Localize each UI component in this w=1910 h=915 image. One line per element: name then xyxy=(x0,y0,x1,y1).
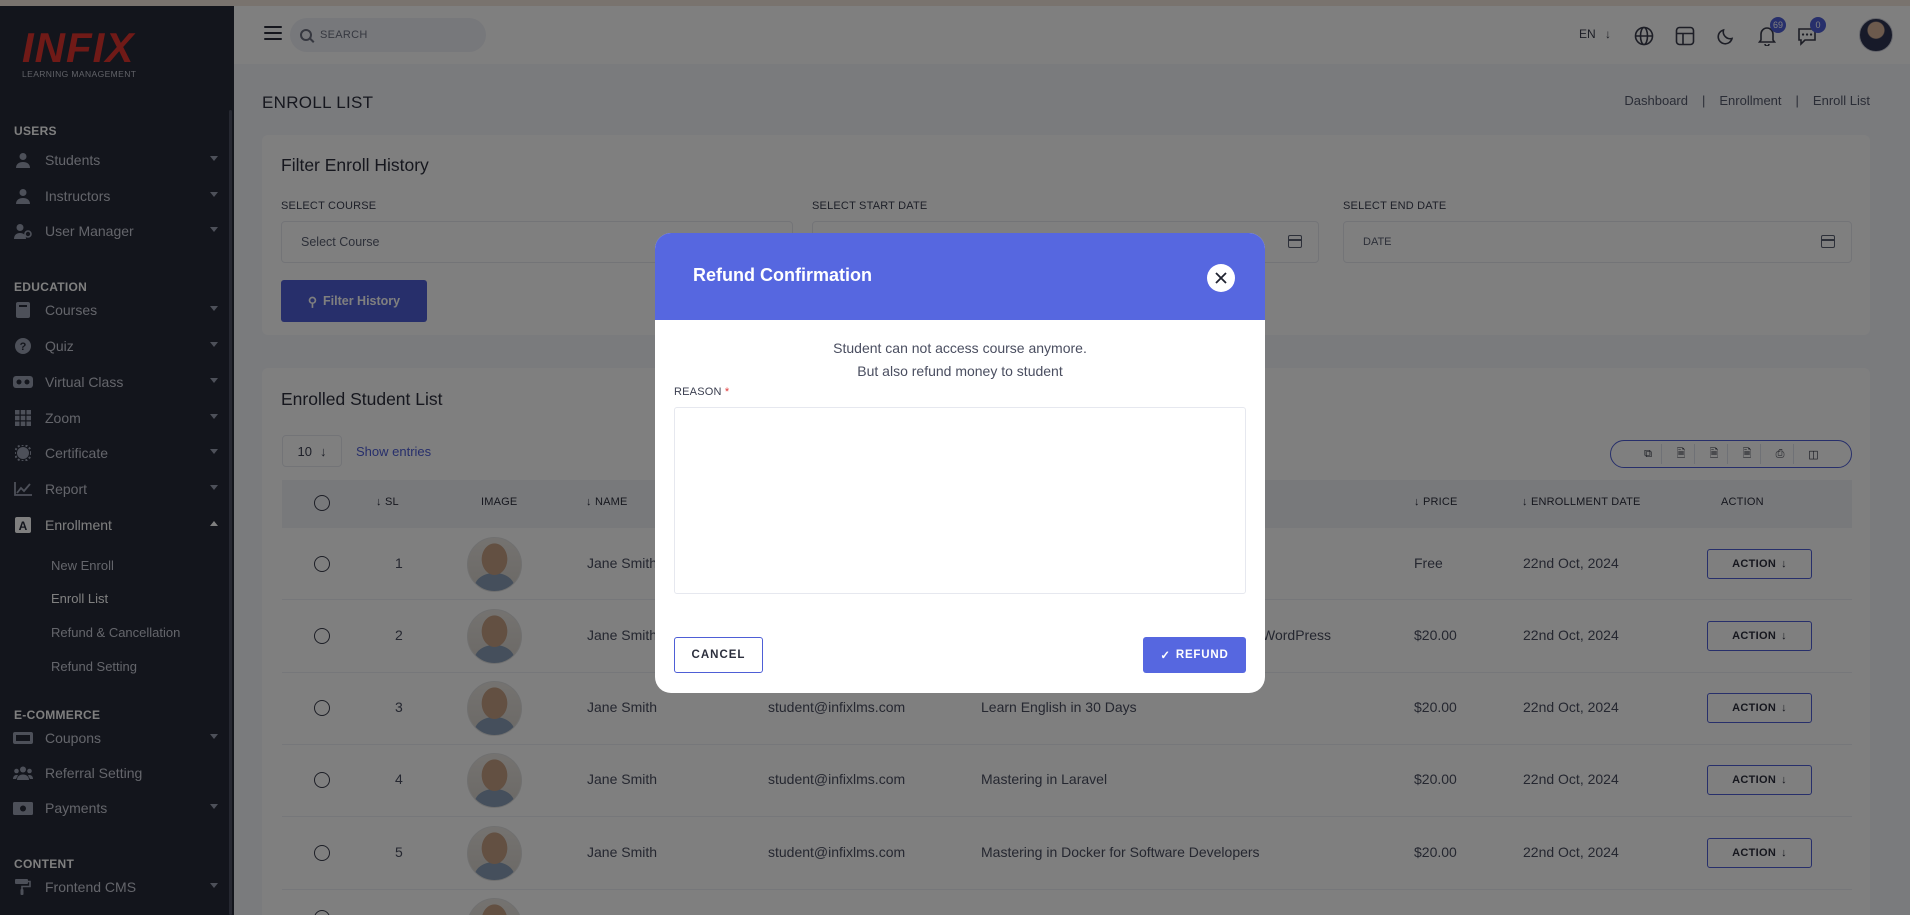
modal-title: Refund Confirmation xyxy=(693,265,872,285)
cancel-button[interactable]: CANCEL xyxy=(674,637,763,673)
refund-button-label: REFUND xyxy=(1175,649,1229,661)
modal-header: Refund Confirmation xyxy=(655,233,1265,320)
refund-button[interactable]: ✓ REFUND xyxy=(1143,637,1246,673)
modal-message-line1: Student can not access course anymore. xyxy=(833,340,1087,356)
refund-confirmation-modal: Refund Confirmation Student can not acce… xyxy=(655,233,1265,693)
reason-label-text: REASON xyxy=(674,386,722,398)
check-icon: ✓ xyxy=(1160,650,1171,662)
reason-textarea[interactable] xyxy=(674,407,1246,594)
required-mark: * xyxy=(724,386,730,398)
close-icon[interactable] xyxy=(1207,264,1235,292)
modal-message-line2: But also refund money to student xyxy=(857,363,1063,379)
reason-label: REASON * xyxy=(674,386,729,398)
